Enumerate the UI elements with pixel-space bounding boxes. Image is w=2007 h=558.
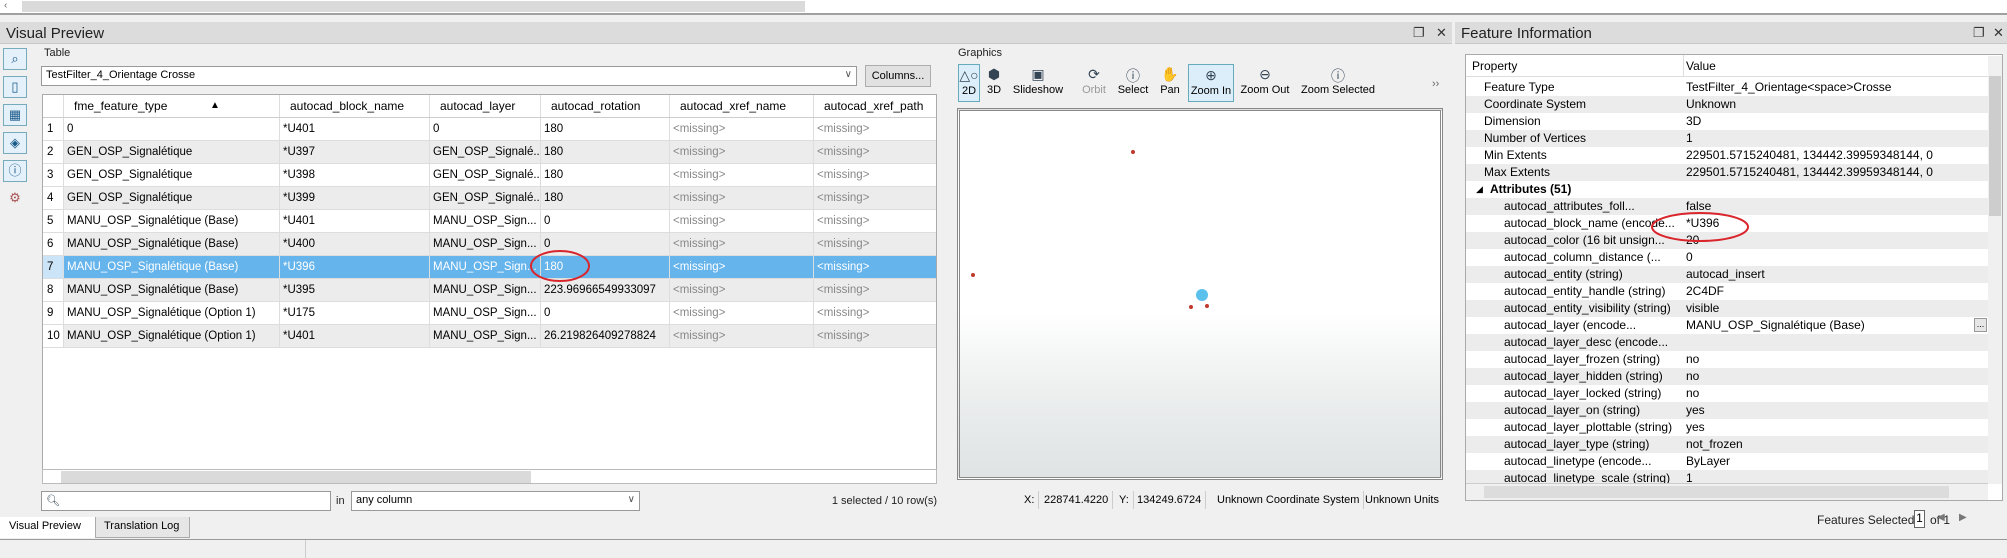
annotation-circle (530, 250, 590, 282)
annotation-layer (530, 212, 1749, 282)
annotation-circle (1651, 212, 1749, 242)
